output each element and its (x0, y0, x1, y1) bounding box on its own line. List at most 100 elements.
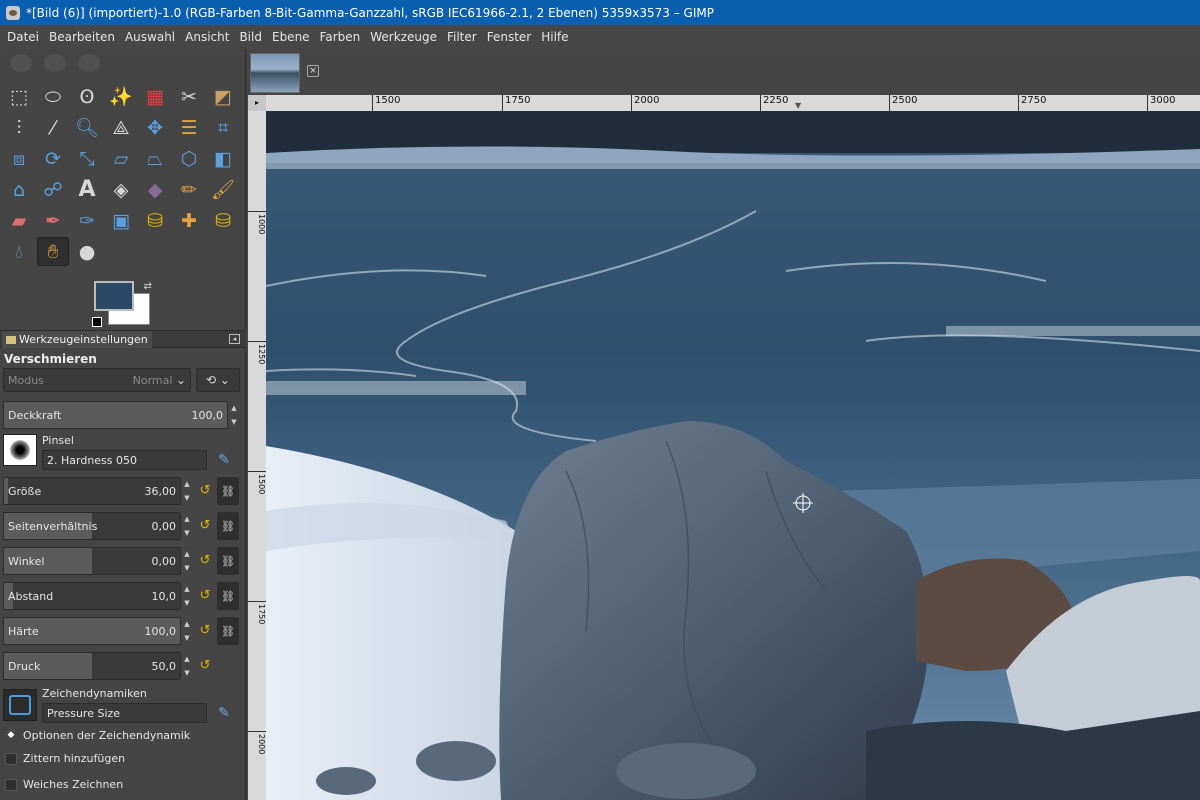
smooth-stroke-checkbox[interactable]: Weiches Zeichnen (5, 778, 123, 791)
mypaint-brush-icon[interactable]: ▣ (105, 206, 137, 235)
aspect-reset-icon[interactable]: ↺ (197, 518, 213, 534)
spacing-reset-icon[interactable]: ↺ (197, 588, 213, 604)
vertical-ruler[interactable]: 1000 1250 1500 1750 2000 (248, 111, 266, 800)
menu-filter[interactable]: Filter (442, 30, 482, 44)
clone-icon[interactable]: ⛁ (139, 206, 171, 235)
dynamics-options-expander[interactable]: ◆ Optionen der Zeichendynamik (5, 729, 191, 742)
crop-icon[interactable]: ⌗ (207, 113, 239, 142)
tab-menu-icon[interactable]: ◂ (229, 334, 240, 344)
hardness-reset-icon[interactable]: ↺ (197, 623, 213, 639)
measure-icon[interactable]: ⟁ (105, 113, 137, 142)
menu-bild[interactable]: Bild (234, 30, 267, 44)
angle-reset-icon[interactable]: ↺ (197, 553, 213, 569)
free-select-icon[interactable]: ʘ (71, 82, 103, 111)
spacing-link-icon[interactable]: ⛓ (217, 582, 239, 610)
airbrush-icon[interactable]: ✒ (37, 206, 69, 235)
image-tab-thumbnail[interactable] (250, 53, 300, 93)
dynamics-name-field[interactable]: Pressure Size (42, 703, 207, 723)
angle-spin-icon[interactable]: ▲ ▼ (182, 547, 192, 575)
opacity-spin-icon[interactable]: ▲ ▼ (229, 401, 239, 429)
size-slider[interactable]: Größe 36,00 (3, 477, 181, 505)
jitter-checkbox-box[interactable] (5, 752, 17, 765)
perspective-icon[interactable]: ⏢ (139, 144, 171, 173)
cage-transform-icon[interactable]: ⌂ (3, 175, 35, 204)
menu-bearbeiten[interactable]: Bearbeiten (44, 30, 120, 44)
fuzzy-select-icon[interactable]: ✨ (105, 82, 137, 111)
default-colors-icon[interactable] (92, 317, 102, 327)
horizontal-ruler[interactable]: 1500 1750 2000 2250 2500 2750 3000 ▼ (266, 95, 1200, 111)
edit-dynamics-icon[interactable]: ✎ (216, 705, 232, 721)
foreground-color-swatch[interactable] (94, 281, 134, 311)
rect-select-icon[interactable]: ⬚ (3, 82, 35, 111)
angle-slider[interactable]: Winkel 0,00 (3, 547, 181, 575)
brush-name-field[interactable]: 2. Hardness 050 (42, 450, 207, 470)
aspect-link-icon[interactable]: ⛓ (217, 512, 239, 540)
tab-tool-options[interactable]: Werkzeugeinstellungen (2, 331, 152, 348)
scissors-select-icon[interactable]: ✂ (173, 82, 205, 111)
menu-hilfe[interactable]: Hilfe (536, 30, 573, 44)
unified-transform-icon[interactable]: ⧈ (3, 144, 35, 173)
menu-fenster[interactable]: Fenster (482, 30, 537, 44)
hardness-spin-icon[interactable]: ▲ ▼ (182, 617, 192, 645)
force-reset-icon[interactable]: ↺ (197, 658, 213, 674)
menu-ansicht[interactable]: Ansicht (180, 30, 234, 44)
scale-icon[interactable]: ⤡ (71, 144, 103, 173)
paths-icon[interactable]: ⫶ (3, 113, 35, 142)
spacing-spin-icon[interactable]: ▲ ▼ (182, 582, 192, 610)
shear-icon[interactable]: ▱ (105, 144, 137, 173)
jitter-checkbox[interactable]: Zittern hinzufügen (5, 752, 125, 765)
size-reset-icon[interactable]: ↺ (197, 483, 213, 499)
menu-werkzeuge[interactable]: Werkzeuge (365, 30, 442, 44)
pencil-icon[interactable]: ✏ (173, 175, 205, 204)
blur-sharpen-icon[interactable]: 💧︎ (3, 237, 35, 266)
ruler-tick: 2250 (760, 95, 788, 111)
bucket-fill-icon[interactable]: ◈ (105, 175, 137, 204)
paintbrush-icon[interactable]: 🖌︎ (207, 175, 239, 204)
dodge-burn-icon[interactable]: ● (71, 237, 103, 266)
smudge-icon[interactable]: ✋︎ (37, 237, 69, 266)
menu-farben[interactable]: Farben (315, 30, 366, 44)
swap-colors-icon[interactable]: ⇄ (144, 281, 152, 292)
ellipse-select-icon[interactable]: ⬭ (37, 82, 69, 111)
close-icon[interactable]: × (307, 65, 319, 77)
angle-link-icon[interactable]: ⛓ (217, 547, 239, 575)
image-canvas[interactable] (266, 111, 1200, 800)
mode-reset-button[interactable]: ⟲ ⌄ (196, 368, 240, 392)
menu-ebene[interactable]: Ebene (267, 30, 315, 44)
ink-icon[interactable]: ✑ (71, 206, 103, 235)
hardness-slider[interactable]: Härte 100,0 (3, 617, 181, 645)
hardness-link-icon[interactable]: ⛓ (217, 617, 239, 645)
move-icon[interactable]: ✥ (139, 113, 171, 142)
align-icon[interactable]: ☰ (173, 113, 205, 142)
ruler-corner-button[interactable]: ▸ (248, 95, 266, 111)
foreground-select-icon[interactable]: ◩ (207, 82, 239, 111)
gradient-icon[interactable]: ◆ (139, 175, 171, 204)
color-picker-icon[interactable]: ⁄ (37, 113, 69, 142)
size-link-icon[interactable]: ⛓ (217, 477, 239, 505)
zoom-icon[interactable]: 🔍︎ (71, 113, 103, 142)
size-spin-icon[interactable]: ▲ ▼ (182, 477, 192, 505)
force-slider[interactable]: Druck 50,0 (3, 652, 181, 680)
aspect-slider[interactable]: Seitenverhältnis 0,00 (3, 512, 181, 540)
menu-datei[interactable]: Datei (2, 30, 44, 44)
3d-transform-icon[interactable]: ⬡ (173, 144, 205, 173)
menu-auswahl[interactable]: Auswahl (120, 30, 180, 44)
force-spin-icon[interactable]: ▲ ▼ (182, 652, 192, 680)
brush-preview[interactable] (3, 434, 37, 466)
aspect-spin-icon[interactable]: ▲ ▼ (182, 512, 192, 540)
vruler-tick: 1500 (248, 471, 266, 494)
warp-transform-icon[interactable]: ☍ (37, 175, 69, 204)
by-color-select-icon[interactable]: ▦ (139, 82, 171, 111)
mode-select[interactable]: Modus Normal ⌄ (3, 368, 191, 392)
opacity-slider[interactable]: Deckkraft 100,0 (3, 401, 228, 429)
text-icon[interactable]: A (71, 175, 103, 204)
perspective-clone-icon[interactable]: ⛁ (207, 206, 239, 235)
flip-icon[interactable]: ◧ (207, 144, 239, 173)
rotate-icon[interactable]: ⟳ (37, 144, 69, 173)
edit-brush-icon[interactable]: ✎ (216, 452, 232, 468)
heal-icon[interactable]: ✚ (173, 206, 205, 235)
dynamics-preview[interactable] (3, 689, 37, 721)
smooth-stroke-checkbox-box[interactable] (5, 778, 17, 791)
spacing-slider[interactable]: Abstand 10,0 (3, 582, 181, 610)
eraser-icon[interactable]: ▰ (3, 206, 35, 235)
